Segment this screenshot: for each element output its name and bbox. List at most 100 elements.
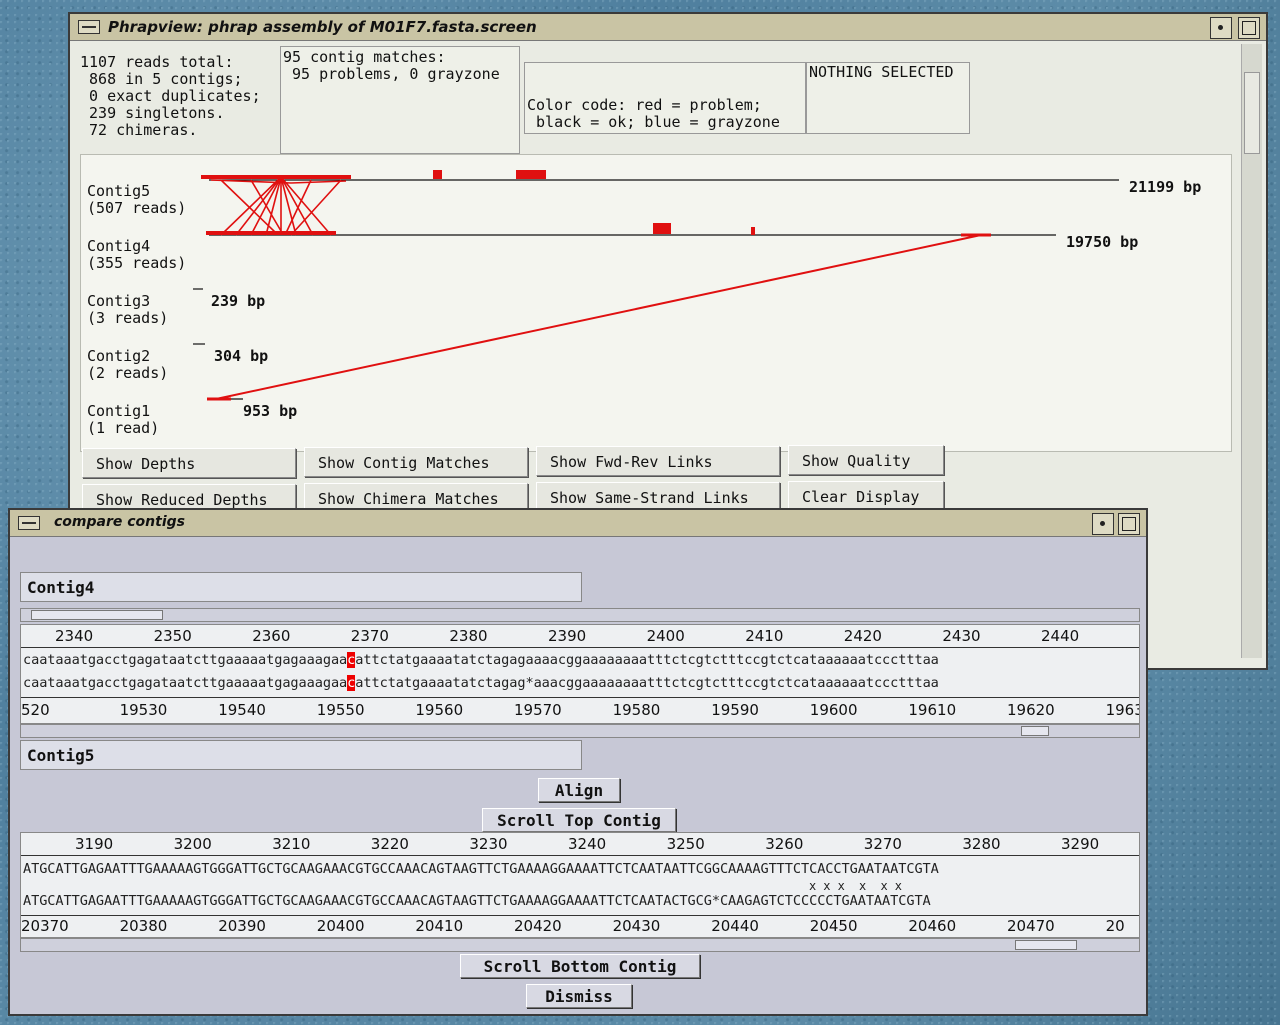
align-button[interactable]: Align: [538, 778, 620, 802]
ruler-tick-label: 19600: [809, 701, 858, 719]
maximize-icon[interactable]: [1118, 513, 1140, 535]
bottom-upper-ruler: [21, 855, 1139, 856]
scrollbar-thumb[interactable]: [31, 610, 163, 620]
ruler-tick-label: 20420: [514, 917, 562, 935]
bottom-sequence-2: ATGCATTGAGAATTTGAAAAAGTGGGATTGCTGCAAGAAA…: [23, 893, 931, 909]
minimize-icon[interactable]: [1210, 17, 1232, 39]
ruler-tick-label: 3220: [370, 835, 409, 853]
ruler-tick-label: 19620: [1007, 701, 1055, 719]
show-contig-matches-button[interactable]: Show Contig Matches: [304, 447, 528, 477]
window-title: compare contigs: [54, 514, 185, 530]
ruler-tick-label: 3190: [75, 835, 114, 853]
bottom-alignment-panel: 3190 3200 3210 3220 3230 3240 3250 3260 3270 3280…: [20, 832, 1140, 938]
scrollbar-thumb[interactable]: [1021, 726, 1049, 736]
dismiss-button[interactable]: Dismiss: [526, 984, 632, 1008]
bottom-contig-field[interactable]: Contig5: [20, 740, 582, 770]
ruler-tick-label: 1963: [1105, 701, 1140, 719]
bottom-sequence-1: ATGCATTGAGAATTTGAAAAAGTGGGATTGCTGCAAGAAA…: [23, 861, 939, 877]
contig2-label: Contig2 (2 reads): [87, 347, 169, 382]
window-title: Phrapview: phrap assembly of M01F7.fasta…: [108, 18, 537, 36]
ruler-tick-label: 2420: [843, 627, 882, 645]
show-depths-button[interactable]: Show Depths: [82, 448, 296, 478]
problem-match-lines: [207, 176, 991, 401]
ruler-tick-label: 19560: [415, 701, 464, 719]
contig4-label: Contig4 (355 reads): [87, 237, 187, 272]
seq-part: attctatgaaaatatctagag*aaacggaaaaaaaatttc…: [355, 675, 939, 691]
contig5-label: Contig5 (507 reads): [87, 182, 187, 217]
contig3-label: Contig3 (3 reads): [87, 292, 169, 327]
ruler-tick-label: 19530: [119, 701, 168, 719]
contig1-length: 953 bp: [243, 402, 298, 420]
contig4-length: 19750 bp: [1066, 233, 1139, 251]
maximize-icon[interactable]: [1238, 17, 1260, 39]
contig3-length: 239 bp: [211, 292, 266, 310]
contig5-length: 21199 bp: [1129, 178, 1202, 196]
ruler-tick-label: 3260: [765, 835, 804, 853]
ruler-tick-label: 19590: [711, 701, 759, 719]
ruler-tick-label: 2380: [449, 627, 488, 645]
top-contig-scrollbar[interactable]: [20, 608, 1140, 622]
seq-part: caataaatgacctgagataatcttgaaaaatgagaaagaa: [23, 675, 348, 691]
ruler-tick-label: 20470: [1007, 917, 1055, 935]
ruler-tick-label: 520: [21, 701, 50, 719]
ruler-tick-label: 20: [1105, 917, 1125, 935]
ruler-tick-label: 3210: [272, 835, 311, 853]
ruler-tick-label: 3270: [863, 835, 902, 853]
ruler-tick-label: 2370: [350, 627, 389, 645]
top-contig-field[interactable]: Contig4: [20, 572, 582, 602]
minimize-icon[interactable]: [1092, 513, 1114, 535]
ruler-tick-label: 20370: [21, 917, 69, 935]
compare-contigs-window: compare contigs Contig4 2340 2350 2360 2370…: [8, 508, 1148, 1016]
contig1-label: Contig1 (1 read): [87, 402, 160, 437]
top-lower-ruler: [21, 697, 1139, 698]
bottom-lower-ruler: [21, 915, 1139, 916]
ruler-tick-label: 2390: [548, 627, 587, 645]
ruler-tick-label: 2440: [1041, 627, 1080, 645]
ruler-tick-label: 20410: [415, 917, 464, 935]
top-sequence-1: caataaatgacctgagataatcttgaaaaatgagaaagaa…: [23, 652, 939, 668]
scrollbar-thumb[interactable]: [1244, 72, 1260, 154]
seq-part: attctatgaaaatatctagagaaaacggaaaaaaaatttc…: [355, 652, 939, 668]
ruler-tick-label: 3250: [666, 835, 705, 853]
top-upper-ruler: [21, 647, 1139, 648]
color-code-legend: Color code: red = problem; black = ok; b…: [524, 62, 806, 134]
window-menu-icon[interactable]: [18, 516, 40, 530]
show-quality-button[interactable]: Show Quality: [788, 445, 944, 475]
contig-map-canvas[interactable]: Contig5 (507 reads) Contig4 (355 reads) …: [80, 154, 1232, 452]
main-vertical-scrollbar[interactable]: [1241, 44, 1262, 658]
ruler-tick-label: 3280: [962, 835, 1001, 853]
ruler-tick-label: 2350: [153, 627, 192, 645]
ruler-tick-label: 20460: [908, 917, 957, 935]
ruler-tick-label: 3290: [1061, 835, 1100, 853]
show-fwd-rev-links-button[interactable]: Show Fwd-Rev Links: [536, 446, 780, 476]
ruler-tick-label: 2400: [646, 627, 685, 645]
clear-display-button[interactable]: Clear Display: [788, 481, 944, 511]
ruler-tick-label: 2410: [745, 627, 784, 645]
ruler-tick-label: 2360: [252, 627, 291, 645]
seq-part: caataaatgacctgagataatcttgaaaaatgagaaagaa: [23, 652, 348, 668]
read-summary: 1107 reads total: 868 in 5 contigs; 0 ex…: [80, 53, 261, 139]
ruler-tick-label: 20430: [612, 917, 661, 935]
mismatch-marks: x x x x x x: [809, 879, 902, 893]
ruler-tick-label: 20450: [809, 917, 858, 935]
top-alignment-panel: 2340 2350 2360 2370 2380 2390 2400 2410 2420 2430…: [20, 624, 1140, 724]
compare-titlebar[interactable]: compare contigs: [10, 510, 1146, 537]
ruler-tick-label: 19570: [514, 701, 562, 719]
scrollbar-thumb[interactable]: [1015, 940, 1077, 950]
ruler-tick-label: 3240: [568, 835, 607, 853]
bottom-contig-scrollbar[interactable]: [20, 938, 1140, 952]
selection-status: NOTHING SELECTED: [806, 62, 970, 134]
ruler-tick-label: 20390: [218, 917, 266, 935]
ruler-tick-label: 2340: [55, 627, 94, 645]
ruler-tick-label: 3230: [469, 835, 508, 853]
window-menu-icon[interactable]: [78, 20, 100, 34]
phrapview-titlebar[interactable]: Phrapview: phrap assembly of M01F7.fasta…: [70, 14, 1266, 41]
ruler-tick-label: 20400: [316, 917, 365, 935]
top-contig2-scrollbar[interactable]: [20, 724, 1140, 738]
ruler-tick-label: 20380: [119, 917, 168, 935]
contig2-length: 304 bp: [214, 347, 269, 365]
contig-matches-summary: 95 contig matches: 95 problems, 0 grayzo…: [280, 46, 520, 154]
scroll-top-contig-button[interactable]: Scroll Top Contig: [482, 808, 676, 832]
ruler-tick-label: 20440: [711, 917, 759, 935]
scroll-bottom-contig-button[interactable]: Scroll Bottom Contig: [460, 954, 700, 978]
